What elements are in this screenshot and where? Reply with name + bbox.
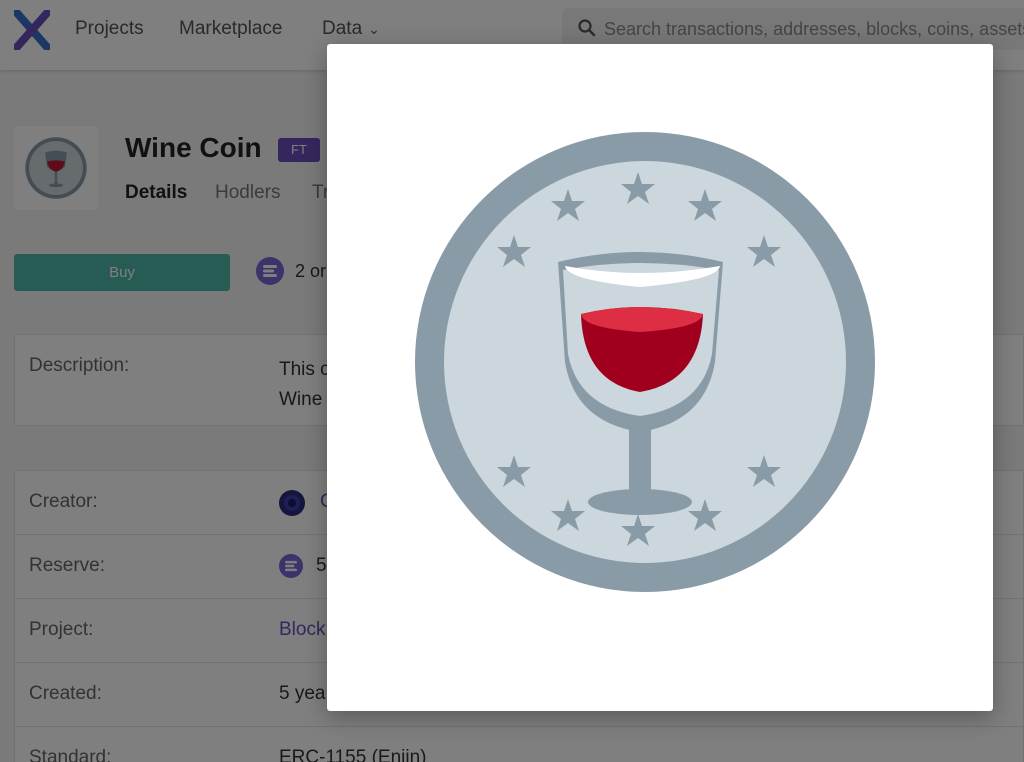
- image-preview-modal: [327, 44, 993, 711]
- wine-coin-icon: [415, 132, 875, 592]
